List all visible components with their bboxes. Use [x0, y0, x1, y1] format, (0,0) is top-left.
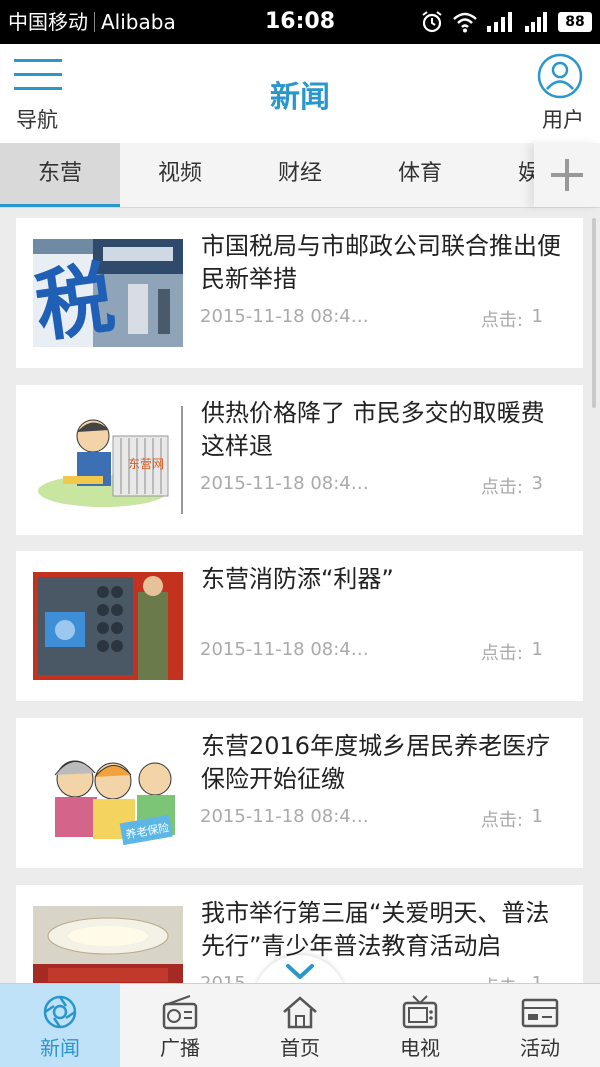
news-title: 市国税局与市邮政公司联合推出便民新举措 — [201, 232, 561, 293]
bottom-tab-tv[interactable]: 电视 — [360, 984, 480, 1067]
news-title: 东营消防添“利器” — [201, 565, 394, 593]
news-app-screen: 中国移动 Alibaba 16:08 88 导航 新闻 用户 东营 视频 财经 … — [0, 0, 600, 1067]
user-avatar-icon — [537, 53, 583, 99]
alarm-clock-icon — [422, 11, 442, 33]
news-icon — [43, 995, 77, 1029]
user-button[interactable]: 用户 — [534, 50, 586, 134]
news-list: 税 市国税局与市邮政公司联合推出便民新举措 2015-11-18 08:4… 点… — [0, 208, 600, 983]
news-card[interactable]: 税 市国税局与市邮政公司联合推出便民新举措 2015-11-18 08:4… 点… — [16, 218, 583, 368]
bottom-tab-label: 电视 — [400, 1036, 440, 1060]
news-clicks-count: 1 — [531, 639, 543, 660]
news-date: 2015-11-18 08:4… — [200, 306, 369, 327]
pension-cartoon: 养老保险 — [33, 739, 183, 847]
bottom-tab-activity[interactable]: 活动 — [480, 984, 600, 1067]
news-title: 东营2016年度城乡居民养老医疗保险开始征缴 — [201, 732, 551, 793]
activity-icon — [521, 998, 559, 1028]
bottom-tab-label: 活动 — [520, 1036, 560, 1060]
tab-dongying[interactable]: 东营 — [0, 143, 120, 207]
tab-sports[interactable]: 体育 — [360, 143, 480, 204]
news-clicks-label: 点击: — [480, 310, 523, 331]
user-label: 用户 — [542, 108, 584, 132]
news-date: 2015-11-18 08:4… — [200, 639, 369, 660]
fire-truck-photo — [33, 572, 183, 680]
home-icon — [283, 996, 317, 1029]
bottom-tab-label: 首页 — [280, 1036, 320, 1060]
radio-icon — [162, 995, 198, 1030]
status-bar: 中国移动 Alibaba 16:08 88 — [0, 0, 600, 44]
category-tabs: 东营 视频 财经 体育 娱乐 — [0, 143, 600, 208]
news-clicks-count: 3 — [531, 473, 543, 494]
battery-indicator: 88 — [558, 12, 592, 32]
svg-text:税: 税 — [33, 253, 120, 347]
signal-strength-icon — [487, 12, 512, 32]
news-clicks-label: 点击: — [480, 643, 523, 664]
bottom-tab-news[interactable]: 新闻 — [0, 984, 120, 1067]
app-header: 导航 新闻 用户 — [0, 44, 600, 143]
signal-strength-2-icon — [525, 12, 547, 32]
news-title: 我市举行第三届“关爱明天、普法先行”青少年普法教育活动启 — [201, 899, 550, 960]
status-icons: 88 — [420, 8, 592, 36]
bottom-tab-radio[interactable]: 广播 — [120, 984, 240, 1067]
news-date: 2015-11-18 08:4… — [200, 473, 369, 494]
tab-video[interactable]: 视频 — [120, 143, 240, 204]
add-category-button[interactable] — [534, 143, 600, 207]
tab-finance[interactable]: 财经 — [240, 143, 360, 204]
news-card[interactable]: 东营消防添“利器” 2015-11-18 08:4… 点击: 1 — [16, 551, 583, 701]
bottom-tab-label: 新闻 — [40, 1036, 80, 1060]
bottom-tab-bar: 新闻 广播 首页 电视 活动 — [0, 983, 600, 1067]
news-date: 2015-11-18 08:4… — [200, 806, 369, 827]
page-title: 新闻 — [270, 80, 330, 115]
news-card[interactable]: 养老保险 东营2016年度城乡居民养老医疗保险开始征缴 2015-11-18 0… — [16, 718, 583, 868]
news-clicks-label: 点击: — [480, 810, 523, 831]
chevron-down-icon — [286, 964, 314, 979]
heating-cartoon: 东营网 — [33, 406, 183, 514]
news-clicks-count: 1 — [531, 806, 543, 827]
bottom-tab-home[interactable]: 首页 — [240, 984, 360, 1067]
news-clicks-label: 点击: — [481, 973, 523, 983]
tv-icon — [402, 995, 438, 1029]
news-title: 供热价格降了 市民多交的取暖费这样退 — [201, 399, 545, 460]
plus-icon — [551, 159, 583, 191]
news-clicks-count: 1 — [531, 306, 543, 327]
news-clicks-label: 点击: — [480, 477, 523, 498]
scrollbar[interactable] — [592, 218, 596, 408]
news-clicks-count: 1 — [527, 973, 543, 983]
bottom-tab-label: 广播 — [160, 1036, 200, 1060]
conference-hall-photo — [33, 906, 183, 983]
news-card[interactable]: 东营网 供热价格降了 市民多交的取暖费这样退 2015-11-18 08:4… … — [16, 385, 583, 535]
svg-text:东营网: 东营网 — [128, 457, 164, 471]
tax-office-photo: 税 — [33, 239, 183, 347]
wifi-icon — [453, 12, 477, 33]
